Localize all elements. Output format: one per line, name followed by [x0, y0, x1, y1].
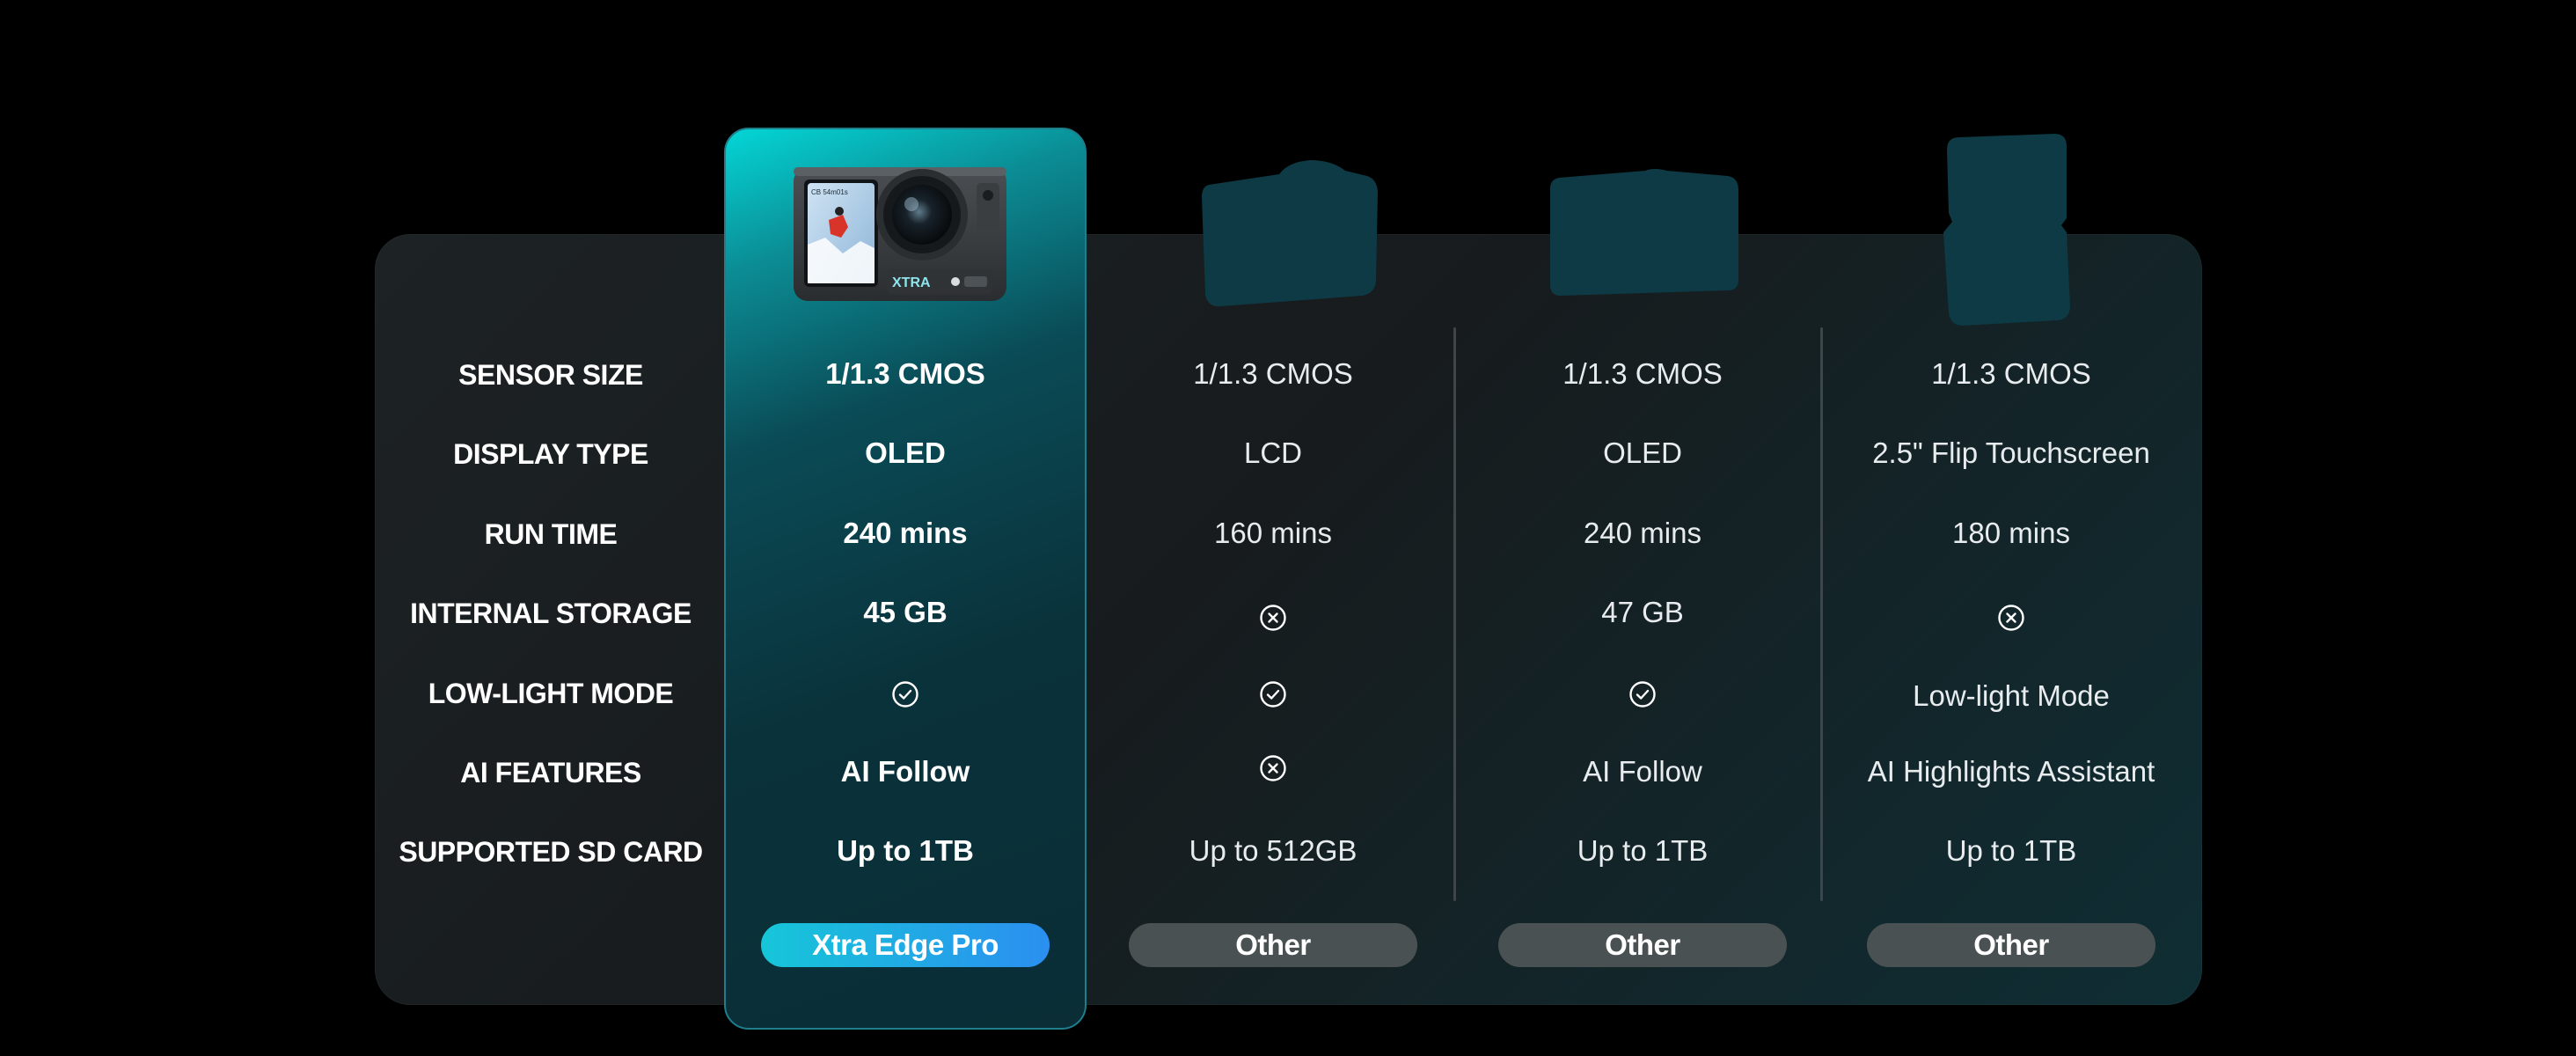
row-label-sensor-size: SENSOR SIZE	[458, 359, 643, 391]
cell-display-type: OLED	[865, 436, 946, 469]
camera-brand-text: XTRA	[892, 275, 931, 290]
camera-screen-text: CB 54m01s	[811, 188, 848, 196]
cell-sd-card: Up to 1TB	[1945, 834, 2077, 867]
cell-internal-storage: 45 GB	[863, 596, 948, 628]
competitor-camera-silhouette	[1202, 160, 1378, 307]
cell-sd-card: Up to 1TB	[837, 834, 974, 867]
product-pill-other[interactable]: Other	[1129, 923, 1417, 967]
cell-ai-features: AI Highlights Assistant	[1867, 755, 2155, 788]
row-label-run-time: RUN TIME	[484, 518, 618, 550]
cell-low-light-mode: Low-light Mode	[1913, 679, 2110, 712]
cell-ai-features: AI Follow	[840, 755, 970, 788]
product-pill-xtra-edge-pro[interactable]: Xtra Edge Pro	[761, 923, 1050, 967]
cell-sensor-size: 1/1.3 CMOS	[1193, 357, 1353, 390]
cell-sensor-size: 1/1.3 CMOS	[825, 357, 985, 390]
x-circle-icon	[1830, 604, 2192, 632]
comparison-page: CB 54m01s XTRA SENSOR SIZE DISPLAY TYPE …	[0, 0, 2576, 1056]
x-circle-icon	[1092, 604, 1454, 632]
cell-sd-card: Up to 1TB	[1577, 834, 1709, 867]
x-circle-icon	[1092, 754, 1454, 782]
cell-run-time: 240 mins	[843, 517, 968, 549]
cell-sensor-size: 1/1.3 CMOS	[1931, 357, 2091, 390]
check-circle-icon	[1092, 680, 1454, 708]
cell-display-type: 2.5" Flip Touchscreen	[1872, 436, 2150, 469]
row-label-low-light-mode: LOW-LIGHT MODE	[428, 678, 674, 709]
cell-display-type: LCD	[1243, 436, 1303, 469]
product-pill-other[interactable]: Other	[1498, 923, 1787, 967]
check-circle-icon	[724, 680, 1087, 708]
cell-sensor-size: 1/1.3 CMOS	[1562, 357, 1723, 390]
product-pill-other[interactable]: Other	[1867, 923, 2155, 967]
row-label-internal-storage: INTERNAL STORAGE	[410, 598, 692, 629]
action-camera-image: CB 54m01s XTRA	[794, 167, 1006, 301]
row-label-supported-sd-card: SUPPORTED SD CARD	[399, 836, 703, 868]
row-label-ai-features: AI FEATURES	[460, 757, 641, 788]
cell-run-time: 180 mins	[1952, 517, 2070, 549]
cell-internal-storage: 47 GB	[1601, 596, 1684, 628]
competitor-camera-silhouette	[1550, 169, 1738, 296]
row-label-display-type: DISPLAY TYPE	[453, 438, 648, 470]
cell-display-type: OLED	[1603, 436, 1682, 469]
check-circle-icon	[1461, 680, 1824, 708]
cell-run-time: 240 mins	[1584, 517, 1701, 549]
cell-ai-features: AI Follow	[1583, 755, 1702, 788]
competitor-camera-silhouette	[1943, 134, 2070, 326]
cell-run-time: 160 mins	[1214, 517, 1332, 549]
cell-sd-card: Up to 512GB	[1189, 834, 1358, 867]
